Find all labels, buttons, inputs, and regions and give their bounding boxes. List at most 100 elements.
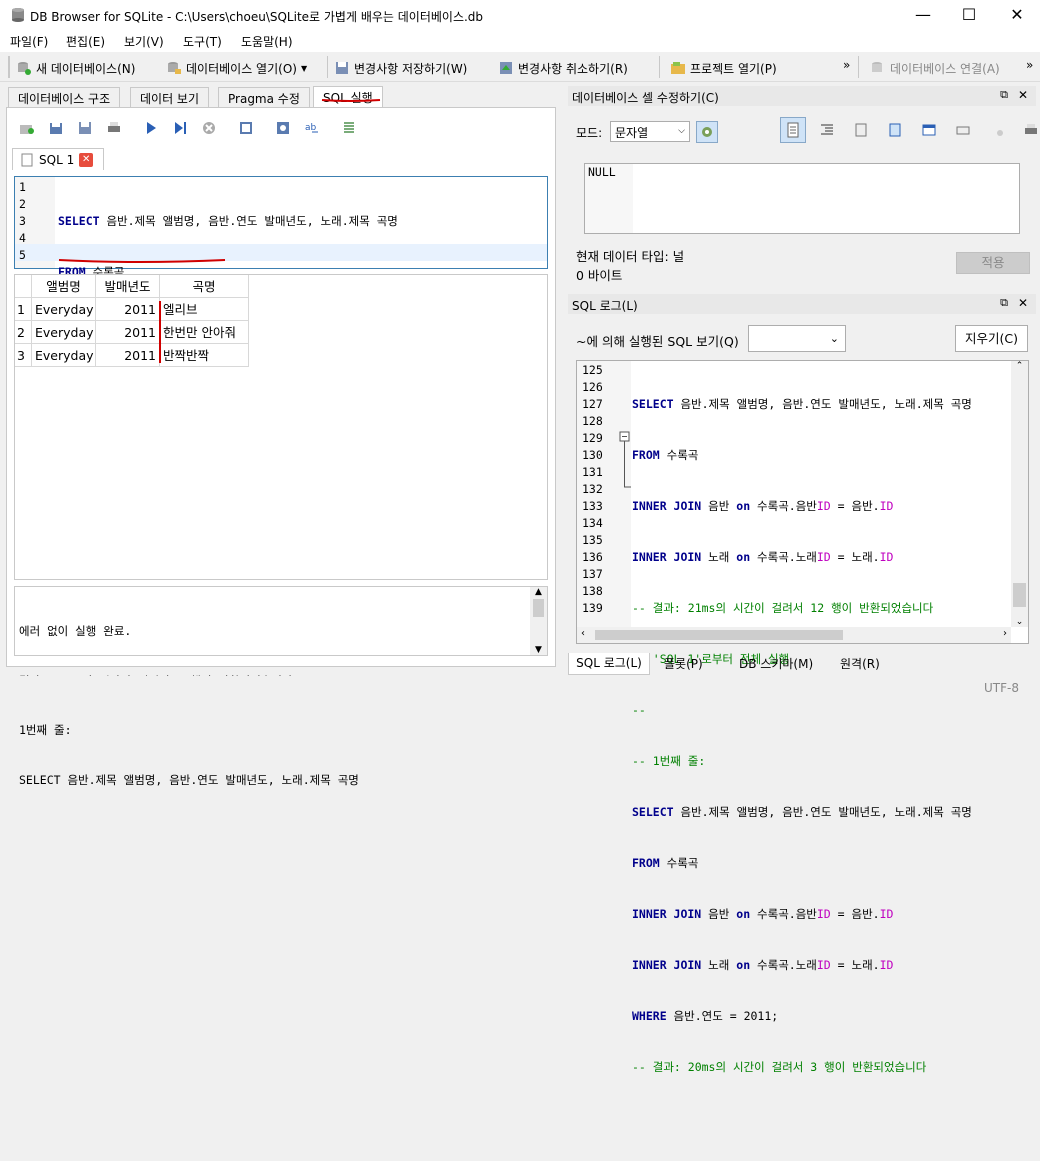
toolbar-overflow-icon[interactable]: » — [843, 58, 850, 72]
results-grid[interactable]: 앨범명 발매년도 곡명 1 Everyday 2011 엘리브 2 Everyd… — [14, 274, 548, 580]
toolbar-overflow-icon-2[interactable]: » — [1026, 58, 1033, 72]
log-line: -- 결과: 21ms의 시간이 걸려서 12 행이 반환되었습니다 — [632, 601, 934, 615]
cell-value-editor[interactable]: NULL — [584, 163, 1020, 234]
sql-editor-tab[interactable]: SQL 1 ✕ — [12, 148, 104, 170]
message-pane[interactable]: 에러 없이 실행 완료. 결과: 20ms의 시간이 걸려서 3 행이 반환되었… — [14, 586, 548, 787]
print-button[interactable] — [103, 117, 125, 139]
float-dock-icon[interactable]: ⧉ — [1000, 88, 1008, 102]
clear-log-button[interactable]: 지우기(C) — [955, 325, 1028, 352]
close-dock-icon[interactable]: ✕ — [1018, 88, 1028, 102]
tab-remote[interactable]: 원격(R) — [840, 655, 880, 672]
maximize-button[interactable]: ☐ — [946, 0, 992, 30]
menu-view[interactable]: 보기(V) — [124, 33, 164, 50]
new-database-button[interactable]: 새 데이터베이스(N) — [16, 57, 135, 79]
close-tab-icon[interactable]: ✕ — [79, 152, 94, 167]
close-window-button[interactable]: ✕ — [994, 0, 1040, 30]
table-cell[interactable]: Everyday — [32, 344, 96, 367]
minimize-button[interactable]: — — [900, 0, 946, 30]
scroll-right-icon[interactable]: › — [1003, 628, 1007, 639]
execute-line-button[interactable] — [169, 117, 191, 139]
auto-switch-mode-button[interactable] — [696, 121, 718, 143]
column-header[interactable]: 발매년도 — [96, 275, 160, 298]
table-cell[interactable]: 2011 — [96, 321, 160, 344]
message-scrollbar[interactable]: ▲ ▼ — [530, 587, 547, 655]
column-header[interactable]: 앨범명 — [32, 275, 96, 298]
comment-button[interactable] — [338, 117, 360, 139]
menu-tools[interactable]: 도구(T) — [183, 33, 222, 50]
menu-edit[interactable]: 편집(E) — [66, 33, 105, 50]
indent-button[interactable] — [814, 117, 840, 143]
tab-plot[interactable]: 플롯(P) — [664, 655, 703, 672]
tab-browse-data[interactable]: 데이터 보기 — [130, 87, 210, 107]
row-header[interactable]: 1 — [15, 298, 32, 321]
tab-db-schema[interactable]: DB 스키마(M) — [739, 655, 813, 672]
tab-database-structure[interactable]: 데이터베이스 구조 — [8, 87, 121, 107]
eraser-button[interactable] — [984, 117, 1010, 143]
sql-log-editor[interactable]: 125 126 127 128 129 130 131 132 133 134 … — [576, 360, 1029, 1074]
scroll-left-icon[interactable]: ‹ — [581, 628, 585, 639]
line-number: 4 — [19, 231, 26, 245]
log-vscrollbar[interactable]: ⌃ ⌄ — [1011, 361, 1028, 627]
column-header[interactable]: 곡명 — [160, 275, 249, 298]
print-cell-button[interactable] — [1018, 117, 1040, 143]
scroll-thumb[interactable] — [533, 599, 544, 617]
save-results-icon — [240, 122, 252, 134]
table-cell[interactable]: 한번만 안아줘 — [160, 321, 249, 344]
table-cell[interactable]: 2011 — [96, 344, 160, 367]
table-cell[interactable]: 2011 — [96, 298, 160, 321]
log-hscrollbar[interactable]: ‹ › — [577, 627, 1011, 643]
close-dock-icon[interactable]: ✕ — [1018, 296, 1028, 310]
revert-changes-button[interactable]: 변경사항 취소하기(R) — [498, 57, 628, 79]
hscroll-thumb[interactable] — [595, 630, 843, 640]
open-tab-button[interactable] — [16, 117, 38, 139]
menu-help[interactable]: 도움말(H) — [241, 33, 293, 50]
table-cell[interactable]: 반짝반짝 — [160, 344, 249, 367]
tab-sql-log[interactable]: SQL 로그(L) — [568, 653, 650, 675]
open-external-button[interactable] — [950, 117, 976, 143]
open-project-button[interactable]: 프로젝트 열기(P) — [670, 57, 777, 79]
save-sql-file-button[interactable] — [74, 117, 96, 139]
stop-execution-button[interactable] — [198, 117, 220, 139]
word-wrap-button[interactable] — [780, 117, 806, 143]
sql-log-title: SQL 로그(L) — [572, 299, 638, 313]
open-file-icon — [50, 123, 62, 134]
printer-icon — [108, 122, 120, 132]
import-button[interactable] — [848, 117, 874, 143]
line-number: 133 — [582, 499, 603, 513]
chevron-down-icon[interactable]: ▼ — [301, 64, 307, 73]
write-changes-button[interactable]: 변경사항 저장하기(W) — [334, 57, 467, 79]
scroll-thumb[interactable] — [1013, 583, 1026, 607]
open-sql-file-button[interactable] — [45, 117, 67, 139]
mode-select[interactable]: 문자열 ⌵ — [610, 121, 690, 142]
set-null-button[interactable] — [916, 117, 942, 143]
tab-edit-pragmas[interactable]: Pragma 수정 — [218, 87, 310, 107]
open-database-button[interactable]: 데이터베이스 열기(O) ▼ — [166, 57, 307, 79]
table-cell[interactable]: 엘리브 — [160, 298, 249, 321]
attach-database-button[interactable]: 데이터베이스 연결(A) — [870, 57, 1000, 79]
export-button[interactable] — [882, 117, 908, 143]
scroll-down-icon[interactable]: ▼ — [530, 645, 547, 655]
row-header[interactable]: 3 — [15, 344, 32, 367]
log-line: -- 결과: 20ms의 시간이 걸려서 3 행이 반환되었습니다 — [632, 1060, 927, 1074]
menu-file[interactable]: 파일(F) — [10, 33, 48, 50]
row-header[interactable]: 2 — [15, 321, 32, 344]
find-replace-button[interactable]: ab — [301, 117, 323, 139]
scroll-down-icon[interactable]: ⌄ — [1011, 617, 1028, 627]
fold-marker[interactable] — [619, 431, 633, 491]
save-results-button[interactable] — [235, 117, 257, 139]
line-number: 132 — [582, 482, 603, 496]
apply-button[interactable]: 적용 — [956, 252, 1030, 274]
export-icon — [889, 123, 901, 137]
find-button[interactable] — [272, 117, 294, 139]
log-line: INNER JOIN 음반 on 수록곡.음반ID = 음반.ID — [632, 907, 894, 921]
sql-editor[interactable]: 1 2 3 4 5 SELECT 음반.제목 앨범명, 음반.연도 발매년도, … — [14, 176, 548, 432]
execute-all-button[interactable] — [140, 117, 162, 139]
scroll-up-icon[interactable]: ▲ — [530, 587, 547, 597]
table-cell[interactable]: Everyday — [32, 298, 96, 321]
float-dock-icon[interactable]: ⧉ — [1000, 296, 1008, 310]
code-line: SELECT 음반.제목 앨범명, 음반.연도 발매년도, 노래.제목 곡명 — [58, 214, 398, 228]
submitted-by-select[interactable]: ⌄ — [748, 325, 846, 352]
table-cell[interactable]: Everyday — [32, 321, 96, 344]
scroll-up-icon[interactable]: ⌃ — [1011, 361, 1028, 371]
